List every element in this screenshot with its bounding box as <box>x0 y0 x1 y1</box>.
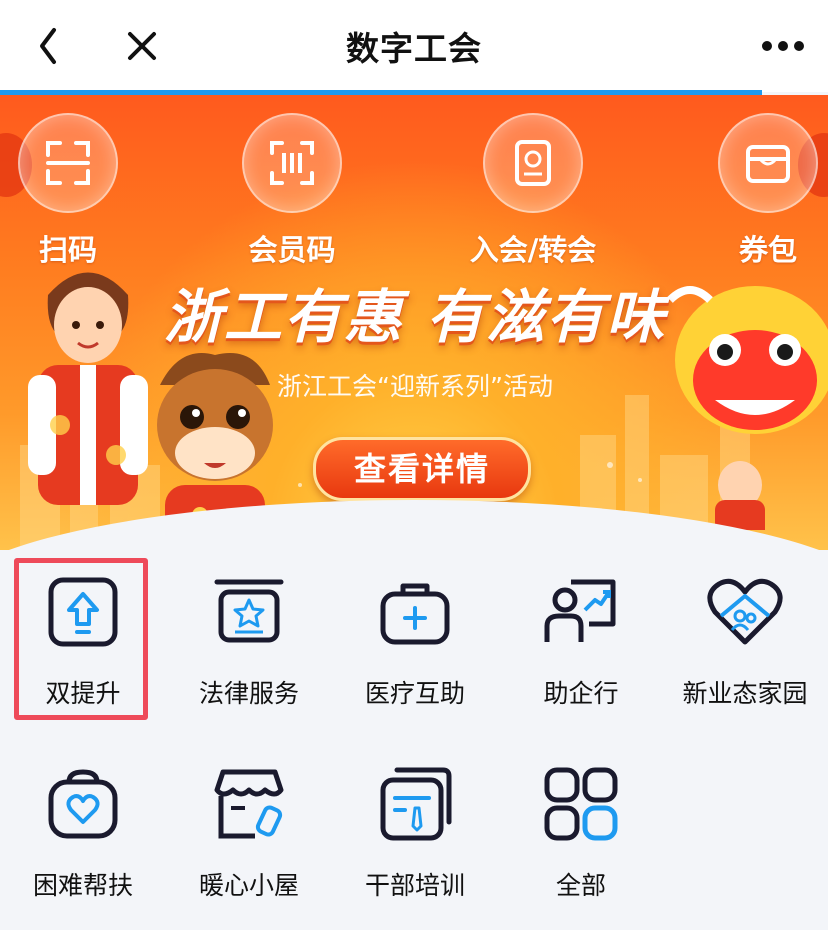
member-code-icon <box>270 141 314 185</box>
training-document-icon <box>380 767 452 841</box>
promo-title: 浙工有惠 有滋有味 <box>163 283 667 351</box>
heart-home-icon <box>707 578 783 645</box>
service-label: 医疗互助 <box>364 679 465 708</box>
service-label: 新业态家园 <box>682 679 808 708</box>
presentation-growth-icon <box>544 579 616 642</box>
quick-action-label: 券包 <box>738 233 797 267</box>
service-label: 暖心小屋 <box>198 871 299 900</box>
quick-action-coupon-wallet[interactable]: 券包 <box>698 113 828 269</box>
service-label: 全部 <box>555 871 606 900</box>
worker-mascot-illustration <box>28 272 148 505</box>
scan-icon <box>46 141 90 185</box>
quick-action-scan[interactable]: 扫码 <box>0 113 138 269</box>
quick-action-member-code[interactable]: 会员码 <box>222 113 362 269</box>
lion-dance-illustration <box>667 286 828 530</box>
service-item-hardship-aid[interactable]: 困难帮扶 <box>0 750 166 930</box>
top-nav-bar: 数字工会 <box>0 0 828 92</box>
service-item-enterprise-help[interactable]: 助企行 <box>498 558 664 738</box>
view-details-button[interactable]: 查看详情 <box>313 437 531 501</box>
more-horizontal-icon <box>762 41 804 51</box>
service-item-medical[interactable]: 医疗互助 <box>332 558 498 738</box>
all-apps-grid-icon <box>544 767 618 841</box>
medical-kit-icon <box>380 583 450 645</box>
promo-banner[interactable]: 扫码 会员码 入会/转会 券包 浙工有惠 有滋有味 浙江工会“迎新系列”活动 查… <box>0 95 828 550</box>
service-label: 困难帮扶 <box>32 871 133 900</box>
service-label: 助企行 <box>543 679 619 708</box>
service-item-warm-hut[interactable]: 暖心小屋 <box>166 750 332 930</box>
quick-action-label: 入会/转会 <box>469 233 597 267</box>
promo-subtitle: 浙江工会“迎新系列”活动 <box>277 372 553 401</box>
service-item-legal[interactable]: 法律服务 <box>166 558 332 738</box>
service-item-cadre-training[interactable]: 干部培训 <box>332 750 498 930</box>
quick-action-label: 会员码 <box>248 233 336 267</box>
legal-badge-icon <box>214 579 284 643</box>
quick-action-join-transfer[interactable]: 入会/转会 <box>458 113 608 269</box>
selected-item-highlight-box <box>14 558 148 720</box>
page-title: 数字工会 <box>346 29 482 68</box>
membership-card-icon <box>515 140 551 186</box>
heart-bag-icon <box>48 769 118 839</box>
service-label: 法律服务 <box>198 679 299 708</box>
cozy-shop-icon <box>214 769 284 839</box>
service-label: 干部培训 <box>364 871 465 900</box>
coupon-wallet-icon <box>746 145 790 183</box>
service-item-all[interactable]: 全部 <box>498 750 664 930</box>
service-item-new-economy-home[interactable]: 新业态家园 <box>662 558 828 738</box>
more-button[interactable] <box>760 34 806 58</box>
